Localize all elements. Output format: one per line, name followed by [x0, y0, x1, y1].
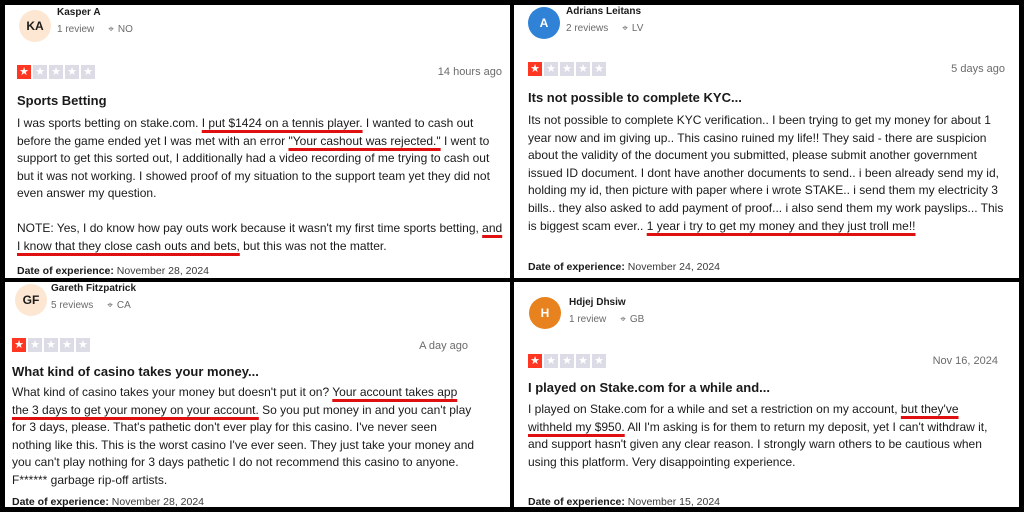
review-count: 1 review: [569, 314, 607, 325]
review-date: 5 days ago: [951, 63, 1005, 75]
date-of-experience: Date of experience: November 15, 2024: [528, 496, 721, 507]
star-icon: ★: [28, 338, 42, 352]
review-title[interactable]: I played on Stake.com for a while and...: [528, 380, 770, 395]
star-icon: ★: [12, 338, 26, 352]
reviewer-meta: 5 reviews ⌖ CA: [51, 300, 131, 311]
review-count: 2 reviews: [566, 23, 609, 34]
star-rating: ★ ★ ★ ★ ★: [528, 62, 606, 76]
review-title[interactable]: Its not possible to complete KYC...: [528, 90, 742, 105]
review-card: KA Kasper A 1 review ⌖ NO ★ ★ ★ ★ ★ 14 hours…: [5, 5, 510, 278]
review-body: I played on Stake.com for a while and se…: [528, 402, 988, 469]
avatar[interactable]: KA: [19, 10, 51, 42]
review-title[interactable]: Sports Betting: [17, 93, 107, 108]
star-icon: ★: [49, 65, 63, 79]
star-icon: ★: [81, 65, 95, 79]
location-pin-icon: ⌖: [108, 24, 114, 35]
reviewer-meta: 2 reviews ⌖ LV: [566, 23, 643, 34]
reviewer-name[interactable]: Kasper A: [57, 7, 101, 18]
review-card: A Adrians Leitans 2 reviews ⌖ LV ★ ★ ★ ★ ★ 5…: [514, 5, 1019, 278]
date-of-experience: Date of experience: November 28, 2024: [12, 496, 205, 507]
star-icon: ★: [592, 62, 606, 76]
reviewer-name[interactable]: Gareth Fitzpatrick: [51, 283, 136, 294]
date-of-experience: Date of experience: November 28, 2024: [17, 265, 210, 277]
country-code: GB: [629, 314, 645, 325]
date-of-experience: Date of experience: November 24, 2024: [528, 261, 721, 273]
review-body: I was sports betting on stake.com. I put…: [17, 116, 503, 253]
star-rating: ★ ★ ★ ★ ★: [17, 65, 95, 79]
star-icon: ★: [33, 65, 47, 79]
reviewer-name[interactable]: Hdjej Dhsiw: [569, 297, 626, 308]
review-count: 5 reviews: [51, 300, 94, 311]
location-pin-icon: ⌖: [622, 23, 628, 34]
star-icon: ★: [76, 338, 90, 352]
review-date: 14 hours ago: [437, 66, 502, 78]
location-pin-icon: ⌖: [107, 300, 113, 311]
star-icon: ★: [65, 65, 79, 79]
star-icon: ★: [528, 354, 542, 368]
review-date: A day ago: [419, 340, 468, 352]
star-icon: ★: [576, 354, 590, 368]
review-title[interactable]: What kind of casino takes your money...: [12, 364, 259, 379]
star-icon: ★: [592, 354, 606, 368]
star-icon: ★: [544, 354, 558, 368]
star-icon: ★: [60, 338, 74, 352]
review-body: Its not possible to complete KYC verific…: [528, 113, 1004, 233]
country-code: NO: [117, 24, 133, 35]
star-icon: ★: [44, 338, 58, 352]
country-code: LV: [631, 23, 644, 34]
star-icon: ★: [544, 62, 558, 76]
reviewer-meta: 1 review ⌖ GB: [569, 314, 644, 325]
review-card: H Hdjej Dhsiw 1 review ⌖ GB ★ ★ ★ ★ ★ Nov 16…: [514, 282, 1019, 507]
country-code: CA: [116, 300, 131, 311]
review-count: 1 review: [57, 24, 95, 35]
star-icon: ★: [560, 62, 574, 76]
star-icon: ★: [560, 354, 574, 368]
star-rating: ★ ★ ★ ★ ★: [12, 338, 90, 352]
avatar[interactable]: A: [528, 7, 560, 39]
reviewer-meta: 1 review ⌖ NO: [57, 24, 133, 35]
star-icon: ★: [17, 65, 31, 79]
avatar[interactable]: H: [529, 297, 561, 329]
review-card: GF Gareth Fitzpatrick 5 reviews ⌖ CA ★ ★ ★…: [5, 282, 510, 507]
review-date: Nov 16, 2024: [932, 355, 998, 367]
star-icon: ★: [528, 62, 542, 76]
avatar[interactable]: GF: [15, 284, 47, 316]
star-icon: ★: [576, 62, 590, 76]
star-rating: ★ ★ ★ ★ ★: [528, 354, 606, 368]
review-body: What kind of casino takes your money but…: [12, 385, 475, 487]
reviewer-name[interactable]: Adrians Leitans: [566, 6, 641, 17]
location-pin-icon: ⌖: [620, 314, 626, 325]
